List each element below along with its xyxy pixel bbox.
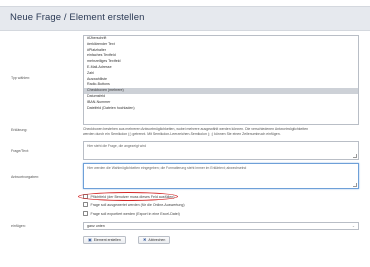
disk-icon: ▣: [88, 237, 92, 242]
cancel-label: Abbrechen: [148, 238, 166, 242]
evaluated-checkbox-row[interactable]: Frage soll ausgewertet werden (für die O…: [83, 201, 185, 208]
create-element-button[interactable]: ▣ Element erstellen: [83, 236, 126, 244]
explain-line: werden durch ein Semikolon (;) getrennt.…: [83, 132, 281, 136]
explain-label: Erklärung:: [11, 128, 28, 132]
insert-label: einfügen:: [11, 224, 26, 228]
type-label: Typ wählen:: [11, 76, 31, 80]
answers-textarea[interactable]: Hier werden die Wahlmöglichkeiten eingeg…: [83, 163, 359, 189]
close-icon: ✖: [143, 237, 147, 242]
evaluated-checkbox[interactable]: [83, 202, 88, 207]
insert-position-value: ganz unten: [87, 224, 105, 228]
answers-label: Antwortvorgaben:: [11, 175, 40, 179]
highlight-oval: [78, 192, 178, 201]
page-header: Neue Frage / Element erstellen: [0, 6, 370, 31]
evaluated-checkbox-label: Frage soll ausgewertet werden (für die O…: [90, 202, 185, 207]
page-title: Neue Frage / Element erstellen: [10, 12, 145, 23]
question-label: Frage/Text:: [11, 149, 29, 153]
cancel-button[interactable]: ✖ Abbrechen: [138, 236, 171, 244]
question-textarea[interactable]: Hier steht die Frage, die angezeigt wird: [83, 141, 359, 160]
question-text: Hier steht die Frage, die angezeigt wird: [87, 144, 146, 148]
exported-checkbox-label: Frage soll exportiert werden (Export in …: [90, 211, 180, 216]
answers-text: Hier werden die Wahlmöglichkeiten eingeg…: [87, 166, 247, 170]
insert-position-select[interactable]: ganz unten ⌄: [83, 222, 359, 230]
exported-checkbox[interactable]: [83, 211, 88, 216]
explain-text: Checkboxen bestehen aus mehreren Antwort…: [83, 127, 359, 137]
resize-handle-icon[interactable]: [353, 154, 357, 158]
create-element-label: Element erstellen: [93, 238, 121, 242]
type-listbox[interactable]: #Überschrift #erklärender Text #Platzhalte…: [83, 35, 359, 125]
resize-handle-icon[interactable]: [353, 183, 357, 187]
type-option[interactable]: Dateifeld (Dateien hochladen): [84, 106, 358, 112]
exported-checkbox-row[interactable]: Frage soll exportiert werden (Export in …: [83, 210, 180, 217]
chevron-down-icon: ⌄: [351, 224, 355, 228]
